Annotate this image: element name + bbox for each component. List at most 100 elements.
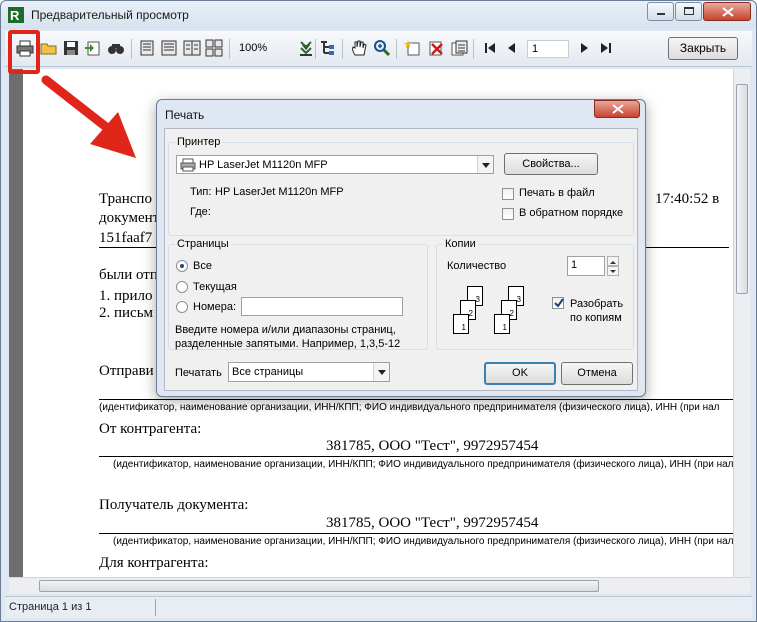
quantity-stepper[interactable]: 1 xyxy=(567,256,605,276)
chevron-up-icon xyxy=(610,261,616,264)
divider xyxy=(99,399,733,400)
counterparty-value: 381785, ООО "Тест", 9972957454 xyxy=(326,438,539,454)
print-dialog: Печать Принтер HP LaserJet M1120n MFP Св… xyxy=(156,99,646,397)
printer-group: Принтер HP LaserJet M1120n MFP Свойства.… xyxy=(168,136,634,236)
check-icon xyxy=(554,298,564,308)
caption-text: (идентификатор, наименование организации… xyxy=(113,536,733,547)
print-to-file-checkbox[interactable] xyxy=(502,188,514,200)
minimize-icon xyxy=(657,13,665,15)
find-icon[interactable] xyxy=(107,39,125,57)
toolbar-separator xyxy=(315,39,316,59)
print-range-select[interactable]: Все страницы xyxy=(228,362,390,382)
properties-button[interactable]: Свойства... xyxy=(504,153,598,175)
tree-icon[interactable] xyxy=(318,39,336,57)
toolbar-separator xyxy=(396,39,397,59)
export-icon[interactable] xyxy=(84,39,102,57)
pages-hint: Введите номера и/или диапазоны страниц, … xyxy=(175,324,401,350)
scroll-thumb[interactable] xyxy=(736,84,748,294)
group-label: Страницы xyxy=(175,238,231,250)
divider xyxy=(155,599,156,616)
toolbar-separator xyxy=(473,39,474,59)
cancel-button[interactable]: Отмена xyxy=(561,362,633,385)
maximize-icon xyxy=(684,7,694,15)
save-icon[interactable] xyxy=(62,39,80,57)
open-icon[interactable] xyxy=(40,39,58,57)
zoom-select[interactable]: 100% xyxy=(239,42,267,54)
window-close-button[interactable] xyxy=(703,2,751,21)
dialog-body: Принтер HP LaserJet M1120n MFP Свойства.… xyxy=(164,128,638,391)
delete-page-icon[interactable] xyxy=(427,39,445,57)
page-numbers-input[interactable] xyxy=(241,297,403,316)
reverse-order-checkbox[interactable] xyxy=(502,208,514,220)
toolbar-separator xyxy=(229,39,230,59)
doc-text: 1. прило xyxy=(99,288,153,304)
outline-icon[interactable] xyxy=(297,39,315,57)
vertical-scrollbar[interactable] xyxy=(733,69,750,577)
annotation-arrow-icon xyxy=(41,75,136,158)
divider xyxy=(99,456,733,457)
magnify-icon[interactable] xyxy=(373,39,391,57)
copies-group: Копии Количество 1 3 2 1 3 2 1 Разобрать… xyxy=(436,238,634,350)
increment-button[interactable] xyxy=(607,256,619,266)
doc-text: 2. письм xyxy=(99,305,154,321)
current-page-label: Текущая xyxy=(193,281,237,293)
group-label: Копии xyxy=(443,238,478,250)
last-page-icon[interactable] xyxy=(597,39,615,57)
dialog-title: Печать xyxy=(165,108,205,122)
caption-text: (идентификатор, наименование организации… xyxy=(113,459,733,470)
maximize-button[interactable] xyxy=(675,2,702,21)
chevron-down-icon[interactable] xyxy=(477,156,493,173)
four-pages-icon[interactable] xyxy=(205,39,223,57)
quantity-label: Количество xyxy=(447,260,507,272)
collate-label: Разобрать по копиям xyxy=(570,298,624,324)
close-icon xyxy=(612,104,624,114)
divider xyxy=(99,533,733,534)
doc-text: Для контрагента: xyxy=(99,555,209,571)
edit-page-icon[interactable] xyxy=(450,39,468,57)
minimize-button[interactable] xyxy=(647,2,674,21)
doc-text: Отправи xyxy=(99,363,154,379)
printer-select[interactable]: HP LaserJet M1120n MFP xyxy=(176,155,494,174)
printer-name: HP LaserJet M1120n MFP xyxy=(199,159,328,171)
close-preview-button[interactable]: Закрыть xyxy=(668,37,738,60)
all-pages-label: Все xyxy=(193,260,212,272)
decrement-button[interactable] xyxy=(607,266,619,276)
reverse-order-label: В обратном порядке xyxy=(519,207,624,219)
page-width-icon[interactable] xyxy=(160,39,178,57)
toolbar-separator xyxy=(342,39,343,59)
collate-checkbox[interactable] xyxy=(552,297,564,309)
doc-text: Получатель документа: xyxy=(99,497,249,513)
window-title: Предварительный просмотр xyxy=(31,8,189,22)
page-number-input[interactable]: 1 xyxy=(527,40,569,58)
page-numbers-label: Номера: xyxy=(193,301,237,313)
doc-text: 151faaf7 xyxy=(99,230,153,246)
print-to-file-label: Печать в файл xyxy=(519,187,595,199)
dialog-close-button[interactable] xyxy=(594,100,640,118)
title-bar: R Предварительный просмотр xyxy=(1,1,756,29)
first-page-icon[interactable] xyxy=(481,39,499,57)
recipient-value: 381785, ООО "Тест", 9972957454 xyxy=(326,515,539,531)
new-page-icon[interactable] xyxy=(404,39,422,57)
print-range-value: Все страницы xyxy=(232,366,304,378)
two-pages-icon[interactable] xyxy=(183,39,201,57)
prev-page-icon[interactable] xyxy=(503,39,521,57)
caption-text: (идентификатор, наименование организации… xyxy=(99,402,720,413)
page-status: Страница 1 из 1 xyxy=(9,601,92,613)
printer-icon xyxy=(180,158,196,172)
next-page-icon[interactable] xyxy=(575,39,593,57)
print-range-label: Печатать xyxy=(175,367,222,379)
chevron-down-icon xyxy=(610,270,616,273)
doc-text: были отп xyxy=(99,267,158,283)
all-pages-radio[interactable] xyxy=(176,260,188,272)
doc-text: От контрагента: xyxy=(99,421,202,437)
ok-button[interactable]: OK xyxy=(484,362,556,385)
svg-text:R: R xyxy=(10,8,20,23)
chevron-down-icon[interactable] xyxy=(373,363,389,381)
scroll-thumb[interactable] xyxy=(39,580,599,592)
horizontal-scrollbar[interactable] xyxy=(9,577,750,594)
one-page-icon[interactable] xyxy=(138,39,156,57)
status-bar: Страница 1 из 1 xyxy=(5,596,752,618)
hand-icon[interactable] xyxy=(350,39,368,57)
page-numbers-radio[interactable] xyxy=(176,301,188,313)
current-page-radio[interactable] xyxy=(176,281,188,293)
